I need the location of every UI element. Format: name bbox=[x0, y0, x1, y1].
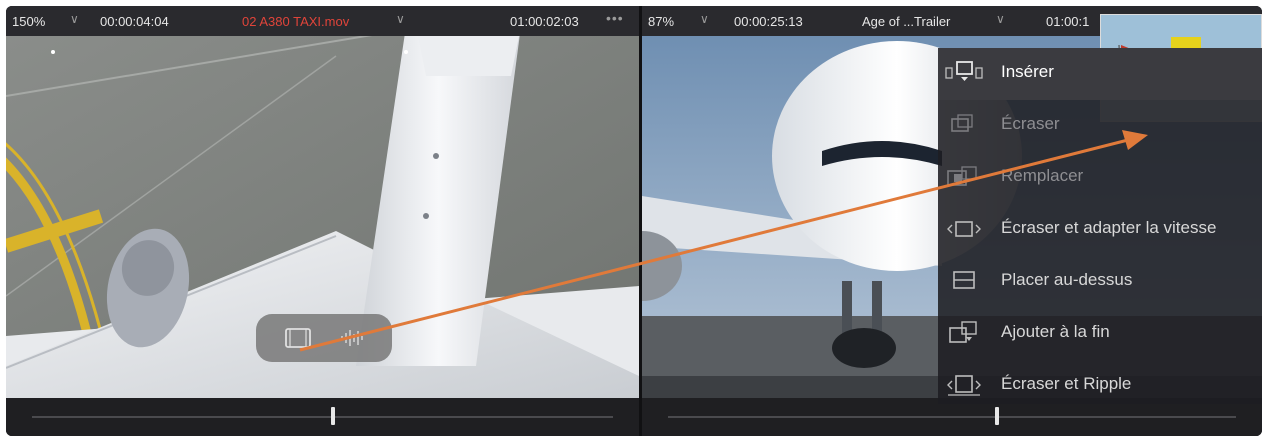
source-end-timecode: 01:00:02:03 bbox=[510, 14, 579, 29]
timeline-name[interactable]: Age of ...Trailer bbox=[862, 14, 950, 29]
cut-page-viewers: 150% ∨ 00:00:04:04 02 A380 TAXI.mov ∨ 01… bbox=[6, 6, 1262, 436]
menu-item-label: Écraser et adapter la vitesse bbox=[1001, 218, 1217, 237]
replace-icon bbox=[944, 163, 984, 191]
source-viewer: 150% ∨ 00:00:04:04 02 A380 TAXI.mov ∨ 01… bbox=[6, 6, 639, 436]
source-zoom-level[interactable]: 150% bbox=[12, 14, 45, 29]
fit-to-fill-icon bbox=[944, 215, 984, 243]
source-timecode: 00:00:04:04 bbox=[100, 14, 169, 29]
menu-item-ajouter-a-la-fin[interactable]: Ajouter à la fin bbox=[938, 308, 1262, 358]
source-playhead[interactable] bbox=[331, 407, 335, 425]
drag-mode-toggle[interactable] bbox=[256, 314, 392, 362]
source-scrubber[interactable] bbox=[6, 398, 639, 436]
chevron-down-icon[interactable]: ∨ bbox=[70, 12, 79, 26]
menu-item-ecraser[interactable]: Écraser bbox=[938, 100, 1262, 150]
chevron-down-icon[interactable]: ∨ bbox=[996, 12, 1005, 26]
timeline-timecode: 00:00:25:13 bbox=[734, 14, 803, 29]
append-at-end-icon bbox=[944, 319, 984, 347]
more-options-icon[interactable]: ••• bbox=[606, 10, 624, 26]
source-viewer-header: 150% ∨ 00:00:04:04 02 A380 TAXI.mov ∨ 01… bbox=[6, 6, 639, 36]
chevron-down-icon[interactable]: ∨ bbox=[396, 12, 405, 26]
menu-item-label: Remplacer bbox=[1001, 166, 1084, 185]
edit-overlay-menu: Insérer Écraser Remplacer Écraser et ada… bbox=[938, 48, 1262, 404]
audio-only-icon[interactable] bbox=[332, 326, 372, 350]
timeline-zoom-level[interactable]: 87% bbox=[648, 14, 674, 29]
timeline-end-timecode: 01:00:1 bbox=[1046, 14, 1090, 29]
place-on-top-icon bbox=[944, 267, 984, 295]
insert-icon bbox=[944, 59, 984, 87]
menu-item-remplacer[interactable]: Remplacer bbox=[938, 152, 1262, 202]
ripple-overwrite-icon bbox=[944, 371, 984, 399]
timeline-scrub-track[interactable] bbox=[668, 416, 1236, 418]
menu-item-label: Écraser bbox=[1001, 114, 1060, 133]
source-scrub-track[interactable] bbox=[32, 416, 613, 418]
menu-item-label: Insérer bbox=[1001, 62, 1054, 81]
menu-item-inserer[interactable]: Insérer bbox=[938, 48, 1262, 100]
menu-item-ecraser-et-ripple[interactable]: Écraser et Ripple bbox=[938, 360, 1262, 410]
menu-item-placer-au-dessus[interactable]: Placer au-dessus bbox=[938, 256, 1262, 306]
menu-item-label: Placer au-dessus bbox=[1001, 270, 1133, 289]
menu-item-label: Écraser et Ripple bbox=[1001, 374, 1132, 393]
video-only-icon[interactable] bbox=[278, 326, 318, 350]
menu-item-ecraser-adapter-vitesse[interactable]: Écraser et adapter la vitesse bbox=[938, 204, 1262, 254]
overwrite-icon bbox=[944, 111, 984, 139]
chevron-down-icon[interactable]: ∨ bbox=[700, 12, 709, 26]
menu-item-label: Ajouter à la fin bbox=[1001, 322, 1110, 341]
source-clip-name[interactable]: 02 A380 TAXI.mov bbox=[242, 14, 349, 29]
